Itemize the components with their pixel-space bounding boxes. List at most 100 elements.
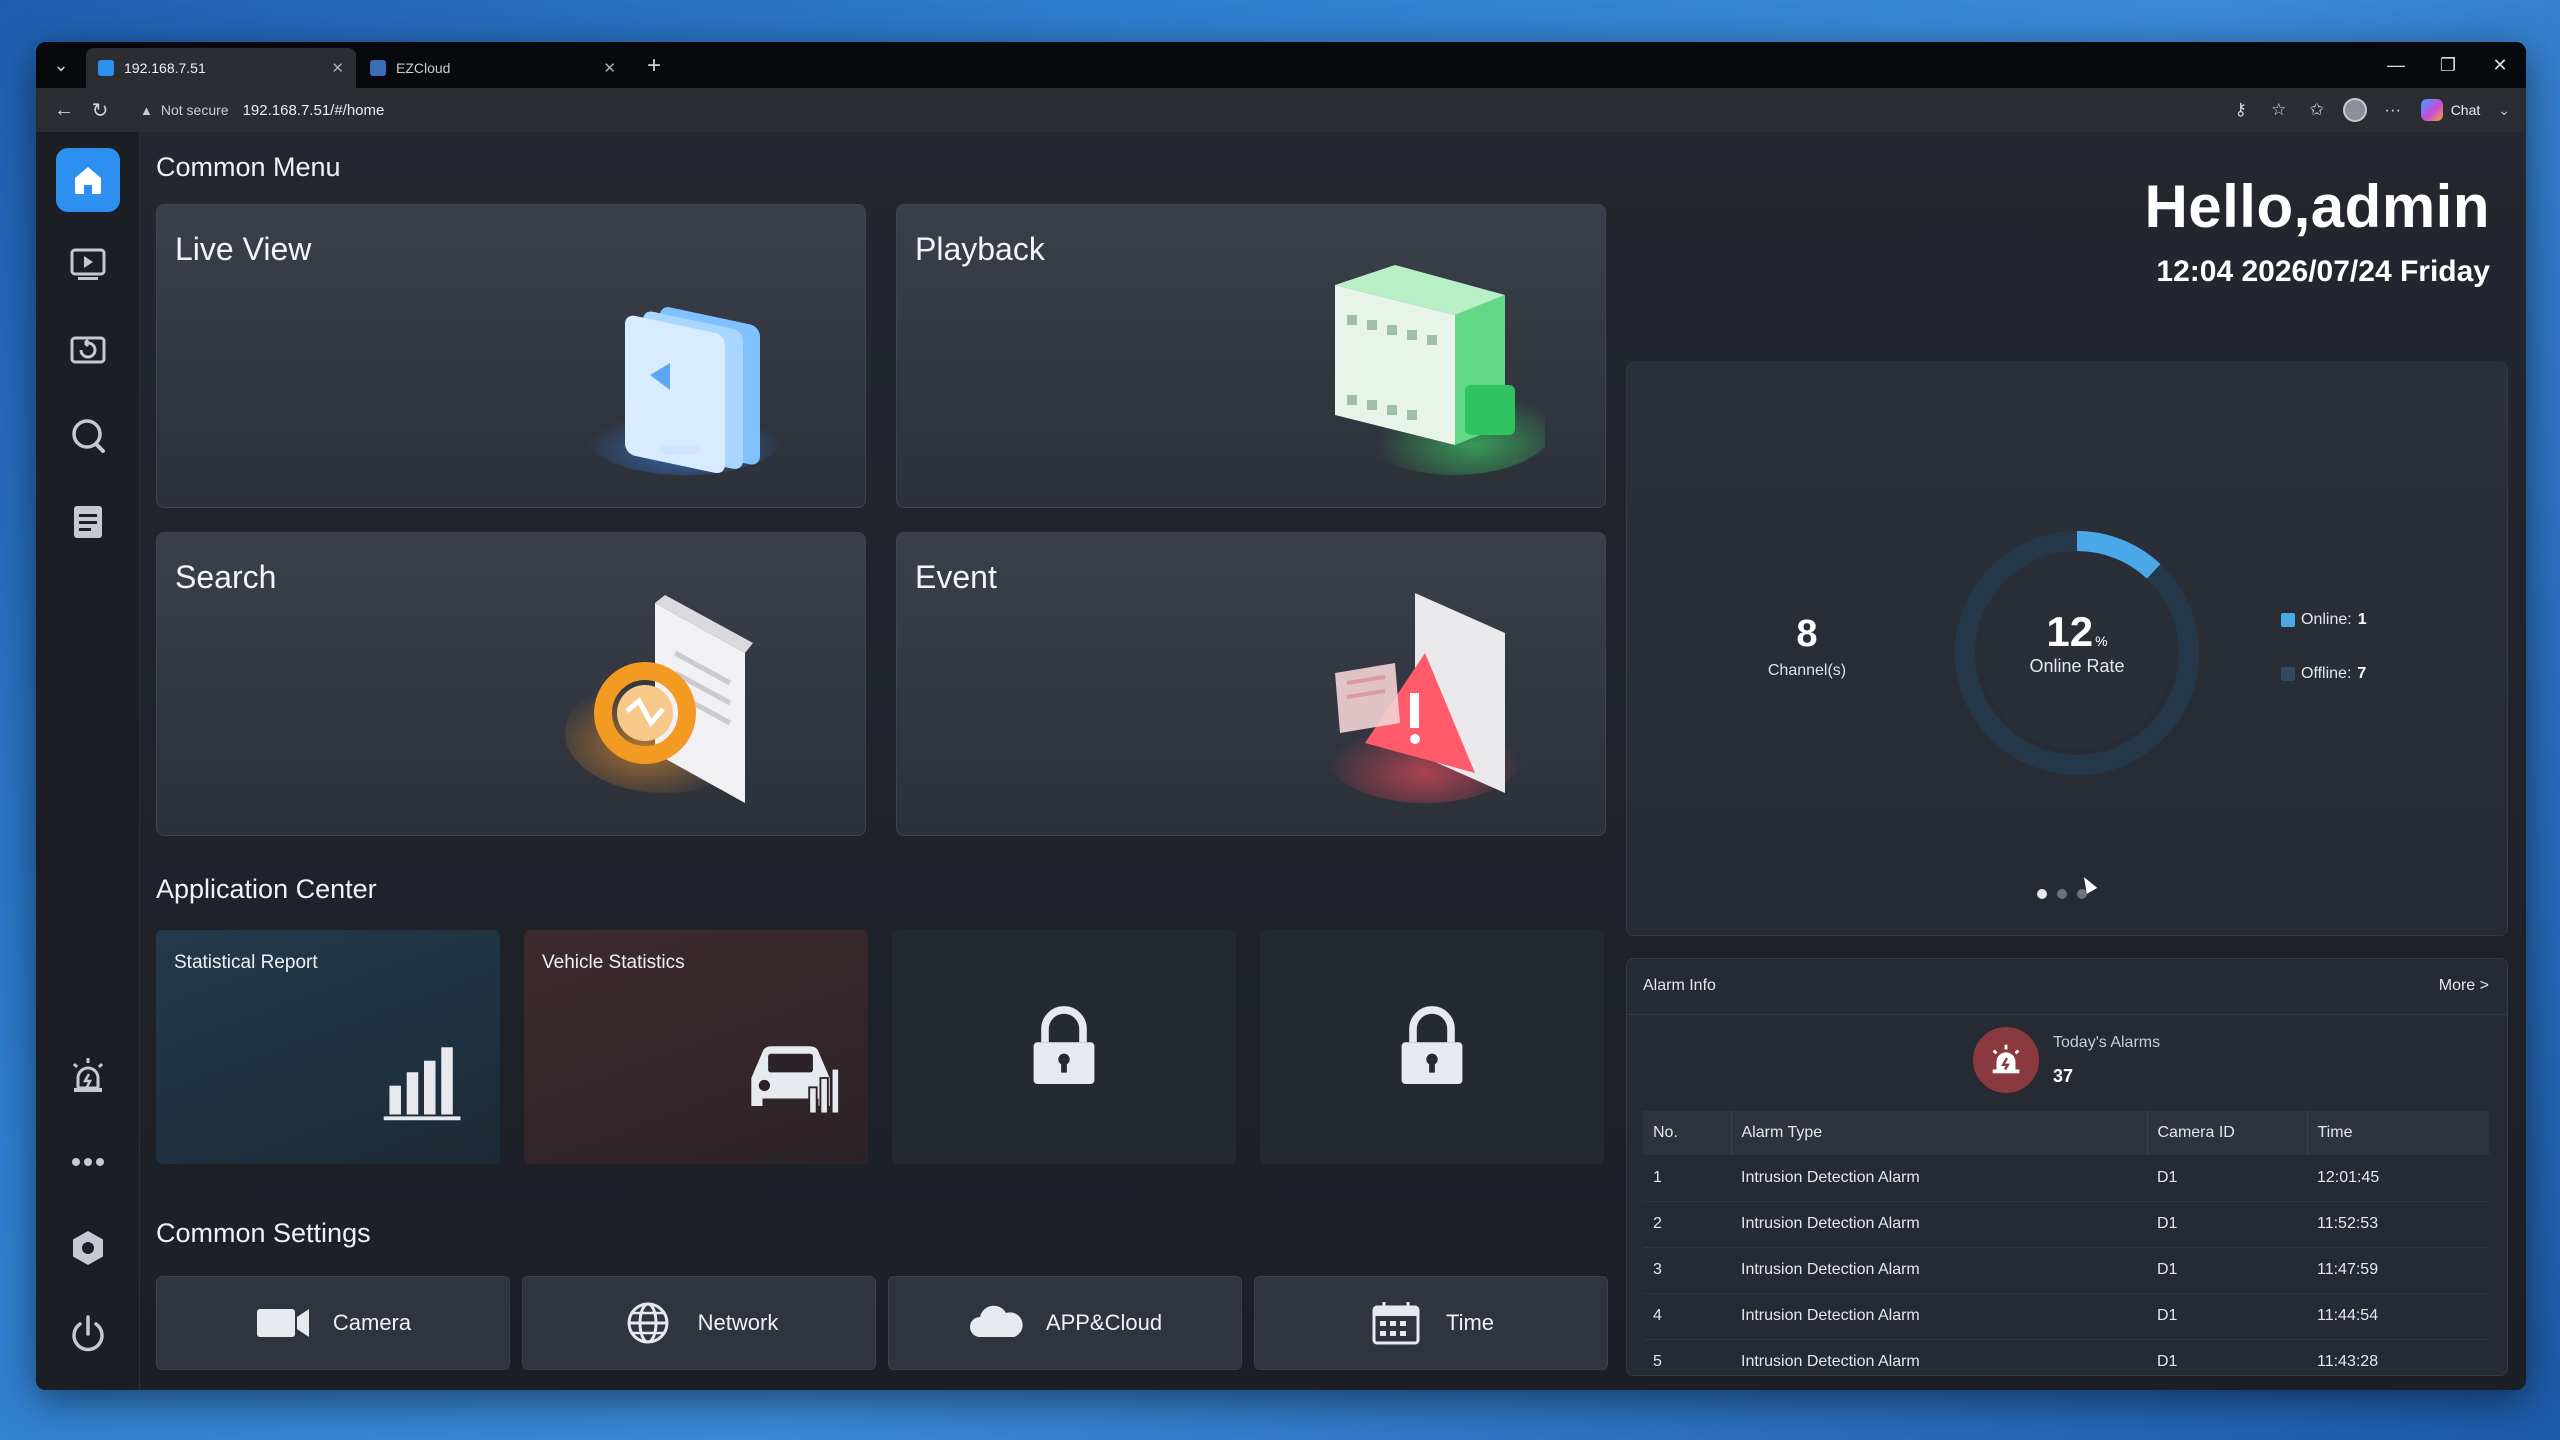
channel-count-label: Channel(s) [1767,662,1847,679]
common-menu-title: Common Menu [156,152,341,182]
close-tab-icon[interactable]: ✕ [331,59,344,77]
warning-icon: ▲ [140,102,153,118]
close-window-icon[interactable]: ✕ [2474,42,2526,88]
key-icon[interactable]: ⚷ [2225,94,2257,126]
card-label: Search [175,559,277,595]
sidebar-item-alarm[interactable] [56,1044,120,1108]
column-header: Camera ID [2147,1111,2308,1155]
live-view-card[interactable]: Live View [156,204,866,508]
sidebar-item-power[interactable] [56,1302,120,1366]
cell-time: 11:43:28 [2307,1339,2489,1375]
cell-time: 11:52:53 [2307,1201,2489,1248]
common-settings-title: Common Settings [156,1218,371,1248]
column-header: Time [2307,1111,2489,1155]
legend-offline: Offline: 7 [2281,665,2367,683]
bar-chart-icon [383,1047,461,1121]
search-icon [72,419,105,453]
globe-icon [627,1302,669,1344]
cell-alarm-type: Intrusion Detection Alarm [1731,1247,2147,1294]
tab-bar: ⌄ 192.168.7.51 ✕ EZCloud ✕ + — ❐ ✕ [36,42,2526,88]
profile-icon[interactable] [2339,94,2371,126]
sidebar-item-live-view[interactable] [56,232,120,296]
todays-alarms-label: Today's Alarms [2053,1033,2161,1051]
camera-settings-button[interactable]: Camera [156,1276,510,1370]
settings-icon [73,1231,103,1265]
sidebar-item-more[interactable] [56,1130,120,1194]
offline-label: Offline: [2301,665,2352,682]
browser-tab-active[interactable]: 192.168.7.51 ✕ [86,48,356,88]
event-card[interactable]: Event [896,532,1606,836]
vehicle-statistics-card[interactable]: Vehicle Statistics [524,930,868,1164]
power-icon [72,1315,104,1352]
table-header-row: No. Alarm Type Camera ID Time [1643,1111,2489,1155]
cell-no: 4 [1643,1293,1731,1340]
log-icon [74,506,102,538]
browser-window: ⌄ 192.168.7.51 ✕ EZCloud ✕ + — ❐ ✕ ← ↻ ▲… [36,42,2526,1390]
chat-label: Chat [2450,102,2481,118]
table-row[interactable]: 4 Intrusion Detection Alarm D1 11:44:54 [1643,1293,2489,1340]
back-button[interactable]: ← [46,92,82,128]
cell-no: 2 [1643,1201,1731,1248]
restore-icon[interactable]: ❐ [2422,42,2474,88]
tab-list-button[interactable]: ⌄ [42,47,80,83]
sidebar-item-playback[interactable] [56,318,120,382]
online-rate-label: Online Rate [2029,656,2125,676]
sidebar-item-search[interactable] [56,404,120,468]
cell-time: 12:01:45 [2307,1155,2489,1202]
card-label: Vehicle Statistics [542,952,685,973]
siren-icon [1973,1027,2039,1093]
online-swatch [2281,613,2295,627]
time-settings-button[interactable]: Time [1254,1276,1608,1370]
cell-time: 11:47:59 [2307,1247,2489,1294]
playback-card[interactable]: Playback [896,204,1606,508]
sidebar-item-log[interactable] [56,490,120,554]
card-label: Event [915,559,997,595]
sidebar-item-settings[interactable] [56,1216,120,1280]
table-row[interactable]: 3 Intrusion Detection Alarm D1 11:47:59 [1643,1247,2489,1294]
more-link[interactable]: More > [2439,977,2489,995]
window-controls: — ❐ ✕ [2370,42,2526,88]
carousel-dot[interactable] [2037,889,2047,899]
alarm-table: No. Alarm Type Camera ID Time 1 Intrusio… [1643,1111,2489,1375]
cell-alarm-type: Intrusion Detection Alarm [1731,1201,2147,1248]
chat-button[interactable]: Chat ⌄ [2415,99,2516,121]
legend-online: Online: 1 [2281,611,2367,629]
cloud-icon [969,1305,1023,1337]
sidebar-item-home[interactable] [56,148,120,212]
chevron-down-icon: ⌄ [2498,101,2510,118]
star-icon[interactable]: ☆ [2263,94,2295,126]
setting-label: APP&Cloud [1045,1310,1163,1335]
search-card[interactable]: Search [156,532,866,836]
cell-camera-id: D1 [2147,1201,2307,1248]
minimize-icon[interactable]: — [2370,42,2422,88]
table-row[interactable]: 5 Intrusion Detection Alarm D1 11:43:28 [1643,1339,2489,1375]
site-favicon-icon [370,60,386,76]
setting-label: Time [1445,1310,1495,1335]
more-options-icon[interactable]: ··· [2377,94,2409,126]
url-field[interactable]: ▲ Not secure 192.168.7.51/#/home [128,95,2215,125]
calendar-icon [1372,1302,1420,1345]
carousel-dot[interactable] [2057,889,2067,899]
reload-button[interactable]: ↻ [82,92,118,128]
browser-toolbar: ⚷ ☆ ✩ ··· Chat ⌄ [2225,94,2516,126]
statistical-report-card[interactable]: Statistical Report [156,930,500,1164]
online-rate-unit: % [2095,633,2108,649]
browser-tab[interactable]: EZCloud ✕ [358,48,628,88]
new-tab-button[interactable]: + [636,48,672,84]
close-tab-icon[interactable]: ✕ [603,59,616,77]
tab-title: EZCloud [396,60,451,76]
favorites-icon[interactable]: ✩ [2301,94,2333,126]
app-cloud-settings-button[interactable]: APP&Cloud [888,1276,1242,1370]
table-row[interactable]: 2 Intrusion Detection Alarm D1 11:52:53 [1643,1201,2489,1248]
more-icon [72,1158,104,1166]
cell-no: 1 [1643,1155,1731,1202]
home-icon [75,167,101,194]
application-center-title: Application Center [156,874,377,904]
table-row[interactable]: 1 Intrusion Detection Alarm D1 12:01:45 [1643,1155,2489,1202]
lock-icon [1033,1006,1095,1085]
column-header: Alarm Type [1731,1111,2148,1155]
network-settings-button[interactable]: Network [522,1276,876,1370]
monitor-stack-icon [585,307,785,475]
channel-count: 8 Channel(s) [1747,613,1867,680]
security-label: Not secure [160,102,229,118]
